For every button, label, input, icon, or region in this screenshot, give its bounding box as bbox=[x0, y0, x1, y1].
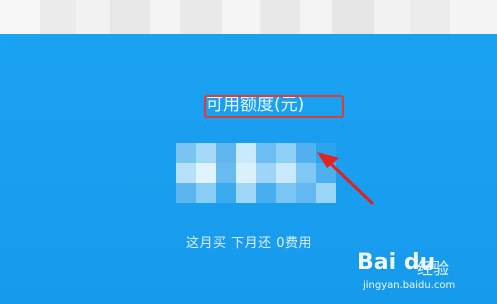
blur-cell bbox=[300, 0, 332, 34]
blurred-amount bbox=[176, 143, 344, 203]
mosaic-cell bbox=[276, 143, 296, 163]
mosaic-cell bbox=[236, 183, 256, 203]
mosaic-cell bbox=[316, 143, 336, 163]
watermark-text: 经验 bbox=[417, 259, 450, 278]
mosaic-cell bbox=[196, 163, 216, 183]
mosaic-cell bbox=[276, 163, 296, 183]
blurred-header bbox=[0, 0, 497, 34]
blur-cell bbox=[410, 0, 450, 34]
mosaic-cell bbox=[316, 183, 336, 203]
blur-cell bbox=[332, 0, 374, 34]
mosaic-cell bbox=[256, 163, 276, 183]
mosaic-cell bbox=[316, 163, 336, 183]
mosaic-cell bbox=[256, 143, 276, 163]
blur-cell bbox=[76, 0, 110, 34]
blur-cell bbox=[374, 0, 410, 34]
panel-edge bbox=[10, 34, 497, 44]
blur-cell bbox=[222, 0, 260, 34]
mosaic-cell bbox=[216, 183, 236, 203]
mosaic-cell bbox=[236, 143, 256, 163]
watermark-url: jingyan.baidu.com bbox=[363, 280, 456, 291]
mosaic-cell bbox=[176, 183, 196, 203]
mosaic-cell bbox=[196, 183, 216, 203]
mosaic-cell bbox=[176, 143, 196, 163]
blur-cell bbox=[450, 0, 497, 34]
mosaic-cell bbox=[196, 143, 216, 163]
blur-cell bbox=[110, 0, 150, 34]
mosaic-cell bbox=[276, 183, 296, 203]
mosaic-cell bbox=[296, 183, 316, 203]
blur-cell bbox=[40, 0, 76, 34]
footer-text: 这月买 下月还 0费用 bbox=[186, 236, 313, 251]
mosaic-cell bbox=[236, 163, 256, 183]
blur-cell bbox=[150, 0, 180, 34]
mosaic-cell bbox=[176, 163, 196, 183]
mosaic-cell bbox=[216, 143, 236, 163]
credit-label-highlight bbox=[204, 95, 344, 118]
blur-cell bbox=[0, 0, 40, 34]
baidu-jingyan-watermark: Bai du 经验 jingyan.baidu.com bbox=[357, 250, 483, 296]
mosaic-cell bbox=[216, 163, 236, 183]
mosaic-cell bbox=[256, 183, 276, 203]
blur-cell bbox=[180, 0, 222, 34]
mosaic-cell bbox=[296, 143, 316, 163]
mosaic-cell bbox=[296, 163, 316, 183]
blur-cell bbox=[260, 0, 300, 34]
